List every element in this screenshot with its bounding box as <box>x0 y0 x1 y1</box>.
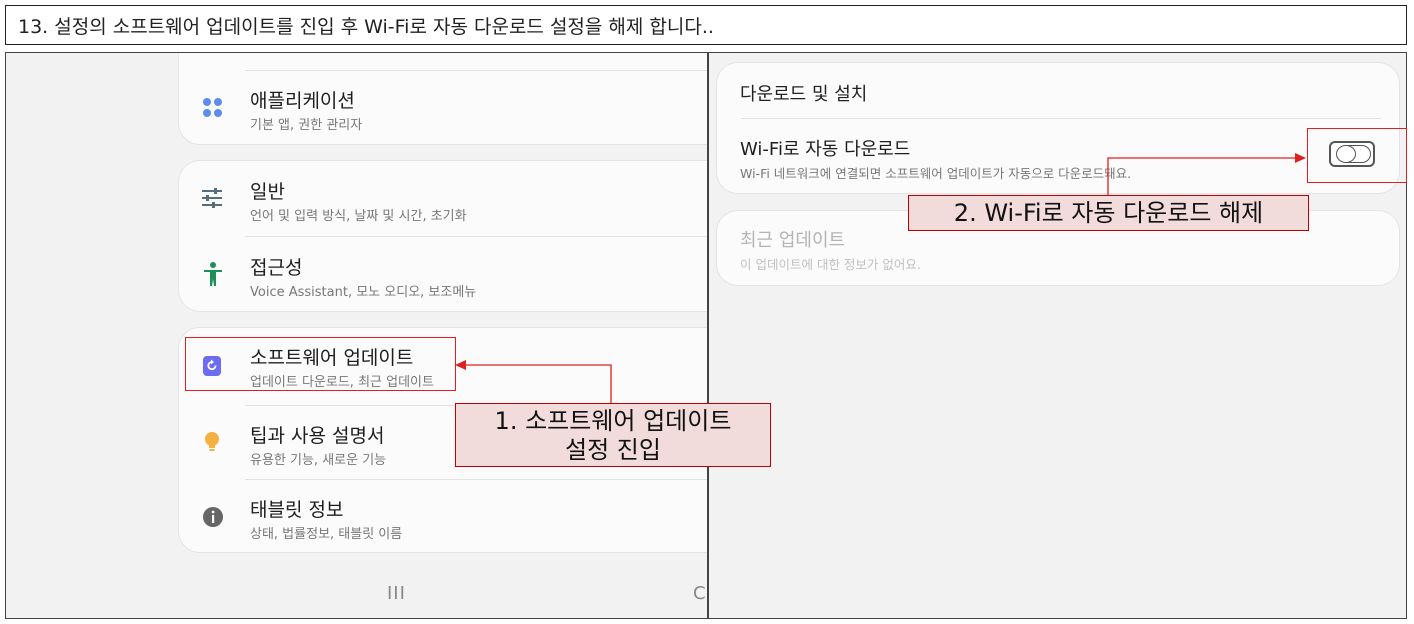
annotation-step2: 2. Wi-Fi로 자동 다운로드 해제 <box>908 195 1309 231</box>
annotation-step1-line2: 설정 진입 <box>565 436 661 464</box>
arrow-step1 <box>460 364 612 403</box>
annotation-step1: 1. 소프트웨어 업데이트 설정 진입 <box>455 403 771 467</box>
arrowhead-step1 <box>455 360 466 370</box>
annotation-step1-line1: 1. 소프트웨어 업데이트 <box>494 407 732 435</box>
annotation-arrows <box>455 153 1306 403</box>
highlight-software-update <box>185 337 456 391</box>
arrowhead-step2 <box>1295 153 1306 163</box>
arrow-step2 <box>1107 157 1300 195</box>
annotation-step2-text: 2. Wi-Fi로 자동 다운로드 해제 <box>953 199 1264 227</box>
highlight-wifi-toggle <box>1307 128 1407 183</box>
